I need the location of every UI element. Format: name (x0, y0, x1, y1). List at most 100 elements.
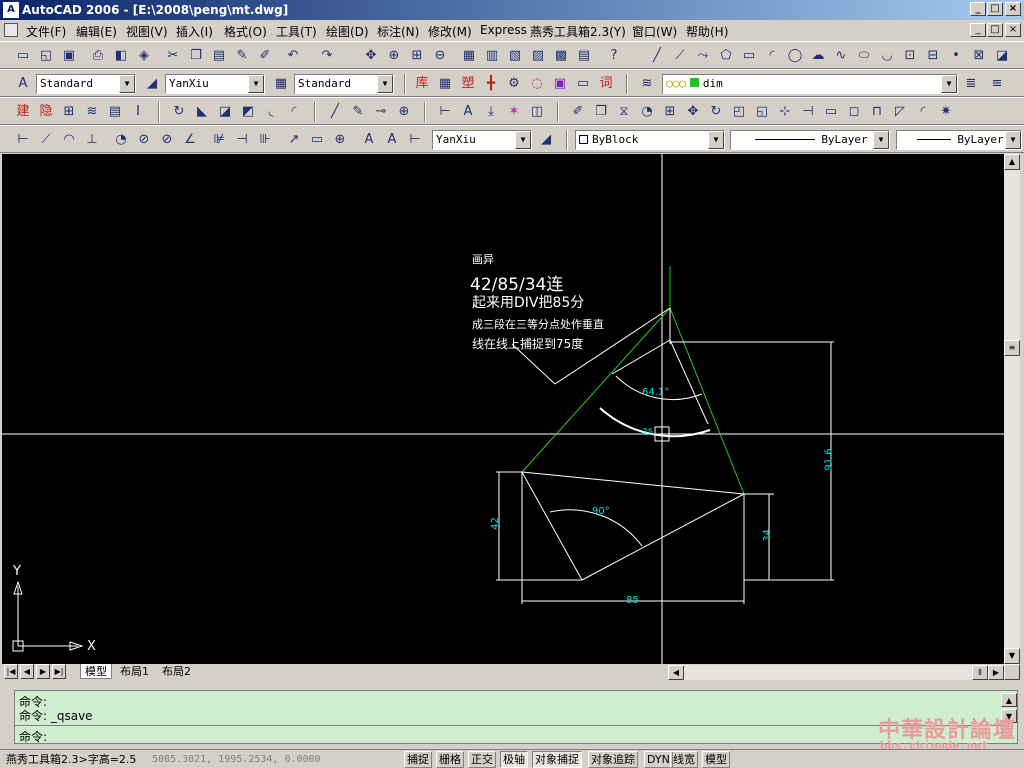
cut-icon[interactable]: ✂ (164, 47, 182, 65)
circle-icon[interactable]: ◯ (786, 47, 804, 65)
pan-icon[interactable]: ✥ (362, 47, 380, 65)
dim-style-manager-icon[interactable]: ◢ (537, 131, 555, 149)
menu-window[interactable]: 窗口(W) (632, 23, 677, 40)
extend-icon[interactable]: ⊣ (799, 103, 817, 121)
fillet-icon[interactable]: ◟ (262, 103, 280, 121)
mirror-icon[interactable]: ⧖ (615, 103, 633, 121)
document-icon[interactable] (4, 23, 18, 37)
scroll-down-icon[interactable]: ▼ (1004, 648, 1020, 664)
construction-line-icon[interactable]: ⟋ (671, 47, 689, 65)
menu-yanxiu-toolbox[interactable]: 燕秀工具箱2.3(Y) (530, 23, 626, 40)
zoom-realtime-icon[interactable]: ⊕ (385, 47, 403, 65)
make-block-icon[interactable]: ⊟ (924, 47, 942, 65)
tool-palettes-icon[interactable]: ▧ (506, 47, 524, 65)
ellipse-icon[interactable]: ⬭ (855, 47, 873, 65)
help-icon[interactable]: ? (605, 47, 623, 65)
link-icon[interactable]: ⊸ (372, 103, 390, 121)
autocad-app-icon[interactable]: A (3, 2, 19, 18)
dim-continue-icon[interactable]: ⊪ (256, 131, 274, 149)
polyline-icon[interactable]: ⤳ (694, 47, 712, 65)
chevron-down-icon[interactable]: ▼ (708, 131, 724, 149)
break-icon[interactable]: ▭ (822, 103, 840, 121)
scale-object-icon[interactable]: ◰ (730, 103, 748, 121)
tool-icon[interactable]: ⚙ (505, 75, 523, 93)
model-toggle[interactable]: 模型 (702, 751, 730, 768)
polar-toggle[interactable]: 极轴 (500, 751, 528, 768)
layer-combo[interactable]: ◯◯◯ dim ▼ (662, 74, 958, 94)
chevron-down-icon[interactable]: ▼ (515, 131, 531, 149)
dim-ordinate-icon[interactable]: ⊥ (83, 131, 101, 149)
grid-table-icon[interactable]: ▦ (436, 75, 454, 93)
zoom-previous-icon[interactable]: ⊖ (431, 47, 449, 65)
build-icon[interactable]: 建 (14, 103, 32, 121)
scroll-up-icon[interactable]: ▲ (1004, 154, 1020, 170)
table-style-icon[interactable]: ▦ (272, 75, 290, 93)
menu-draw[interactable]: 绘图(D) (326, 23, 369, 40)
text-box-icon[interactable]: A (459, 103, 477, 121)
trim-icon[interactable]: ⊹ (776, 103, 794, 121)
calculator-icon[interactable]: ▤ (575, 47, 593, 65)
lineweight-toggle[interactable]: 线宽 (670, 751, 698, 768)
close-button[interactable]: × (1005, 2, 1021, 16)
chevron-down-icon[interactable]: ▼ (941, 75, 957, 93)
text-style-combo[interactable]: Standard ▼ (36, 74, 136, 94)
minimize-button[interactable]: _ (970, 2, 986, 16)
leader-icon[interactable]: ↗ (285, 131, 303, 149)
color-icon[interactable]: ▤ (106, 103, 124, 121)
dim-baseline-icon[interactable]: ⊣ (233, 131, 251, 149)
scale-icon[interactable]: ◪ (216, 103, 234, 121)
library-icon[interactable]: 库 (413, 75, 431, 93)
arc-icon[interactable]: ◜ (763, 47, 781, 65)
scroll-thumb[interactable]: ≡ (1004, 340, 1020, 356)
design-center-icon[interactable]: ▥ (483, 47, 501, 65)
rotate-object-icon[interactable]: ↻ (707, 103, 725, 121)
grid-toggle[interactable]: 栅格 (436, 751, 464, 768)
undo-icon[interactable]: ↶ (284, 47, 302, 65)
chevron-down-icon[interactable]: ▼ (377, 75, 393, 93)
chevron-down-icon[interactable]: ▼ (119, 75, 135, 93)
menu-file[interactable]: 文件(F) (26, 23, 66, 40)
maximize-button[interactable]: □ (987, 2, 1003, 16)
text-edit-icon[interactable]: I (129, 103, 147, 121)
erase-icon[interactable]: ✐ (569, 103, 587, 121)
ab-icon[interactable]: ◫ (528, 103, 546, 121)
scroll-left-icon[interactable]: ◀ (668, 665, 684, 680)
block-editor-icon[interactable]: ✐ (256, 47, 274, 65)
menu-help[interactable]: 帮助(H) (686, 23, 728, 40)
otrack-toggle[interactable]: 对象追踪 (588, 751, 638, 768)
text-style-icon[interactable]: A (14, 75, 32, 93)
redo-icon[interactable]: ↷ (318, 47, 336, 65)
command-prompt[interactable]: 命令: (19, 728, 47, 745)
open-icon[interactable]: ◱ (37, 47, 55, 65)
linetype-combo[interactable]: ByLayer ▼ (730, 130, 890, 150)
publish-icon[interactable]: ◈ (135, 47, 153, 65)
plot-preview-icon[interactable]: ◧ (112, 47, 130, 65)
dim-style-combo-2[interactable]: YanXiu ▼ (432, 130, 532, 150)
zoom-icon[interactable]: ⊕ (395, 103, 413, 121)
menu-edit[interactable]: 编辑(E) (76, 23, 117, 40)
pencil-icon[interactable]: ✎ (349, 103, 367, 121)
tab-layout2[interactable]: 布局2 (158, 664, 195, 679)
magic-icon[interactable]: ✶ (505, 103, 523, 121)
center-mark-tool-icon[interactable]: ⊕ (331, 131, 349, 149)
layer-stack-icon[interactable]: ≋ (83, 103, 101, 121)
next-tab-icon[interactable]: ▶ (36, 664, 50, 679)
menu-format[interactable]: 格式(O) (224, 23, 267, 40)
menu-tools[interactable]: 工具(T) (276, 23, 317, 40)
dim-linear-icon[interactable]: ⊢ (436, 103, 454, 121)
rectangle-icon[interactable]: ▭ (740, 47, 758, 65)
dim-linear-tool-icon[interactable]: ⊢ (14, 131, 32, 149)
hide-icon[interactable]: 隐 (37, 103, 55, 121)
dim-edit-icon[interactable]: A (360, 131, 378, 149)
dim-update-icon[interactable]: ⊢ (406, 131, 424, 149)
vertical-scrollbar[interactable]: ▲ ≡ ▼ (1004, 154, 1020, 664)
scroll-right-icon[interactable]: ▶ (988, 665, 1004, 680)
chevron-down-icon[interactable]: ▼ (1005, 131, 1021, 149)
doc-close-button[interactable]: × (1005, 23, 1021, 37)
region-icon[interactable]: ◪ (993, 47, 1011, 65)
copy-object-icon[interactable]: ❐ (592, 103, 610, 121)
copy-icon[interactable]: ❐ (187, 47, 205, 65)
insert-block-icon[interactable]: ⊡ (901, 47, 919, 65)
plastic-icon[interactable]: 塑 (459, 75, 477, 93)
print-icon[interactable]: ⎙ (89, 47, 107, 65)
